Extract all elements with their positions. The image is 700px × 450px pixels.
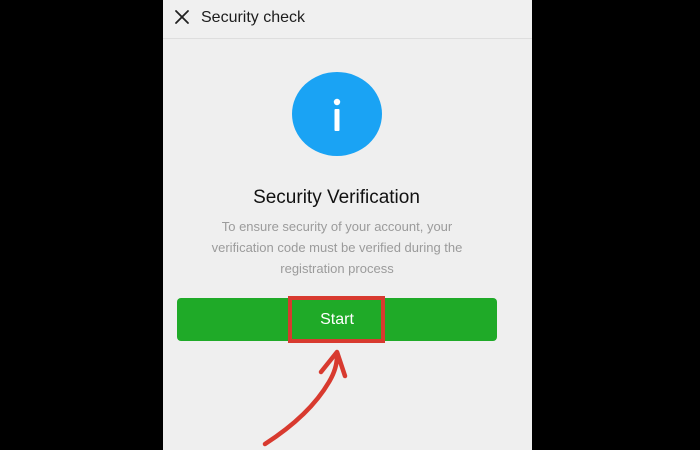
title-bar: Security check — [163, 0, 532, 39]
screenshot-stage: Security check Security Verification To … — [0, 0, 700, 450]
start-button-label: Start — [320, 311, 354, 328]
start-button[interactable]: Start — [177, 298, 497, 341]
close-icon[interactable] — [173, 8, 191, 26]
description-text: To ensure security of your account, your… — [211, 219, 463, 276]
info-icon — [292, 72, 382, 156]
app-screen: Security check Security Verification To … — [163, 0, 532, 450]
page-title: Security check — [201, 9, 306, 26]
hand-drawn-arrow-icon — [262, 349, 348, 447]
section-heading: Security Verification — [253, 187, 420, 208]
